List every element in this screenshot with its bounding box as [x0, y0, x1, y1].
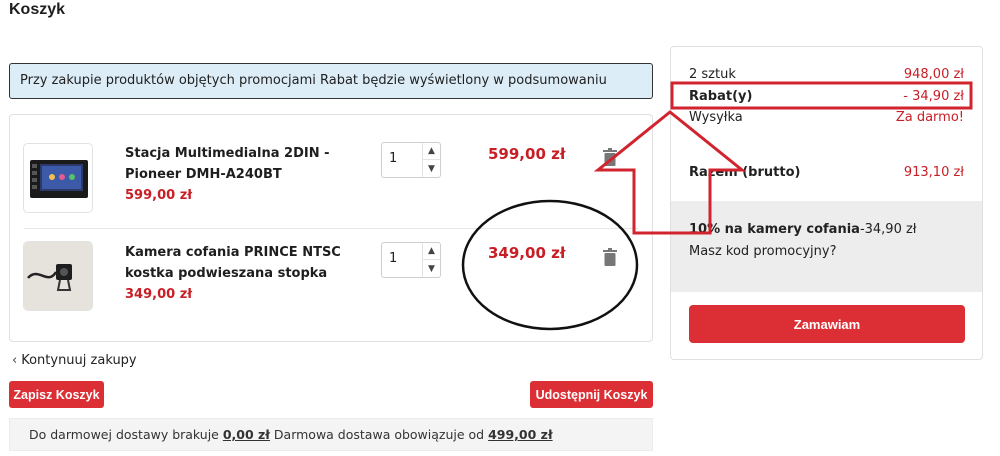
line-total-price: 599,00 zł [488, 145, 566, 163]
summary-items-row: 2 sztuk 948,00 zł [689, 67, 964, 82]
summary-discount-row: Rabat(y) - 34,90 zł [689, 89, 964, 104]
trash-icon[interactable] [603, 248, 617, 266]
quantity-stepper[interactable]: 1 ▲ ▼ [381, 142, 441, 178]
promo-info-banner: Przy zakupie produktów objętych promocja… [9, 63, 653, 99]
row-divider [24, 228, 638, 229]
summary-shipping-row: Wysyłka Za darmo! [689, 110, 964, 125]
chevron-down-icon[interactable]: ▼ [423, 160, 440, 177]
missing-amount: 0,00 zł [222, 427, 270, 442]
product-name[interactable]: Kamera cofania PRINCE NTSC kostka podwie… [125, 242, 375, 284]
continue-shopping-link[interactable]: ‹ Kontynuuj zakupy [12, 353, 137, 368]
promo-code-link[interactable]: Masz kod promocyjny? [689, 244, 836, 259]
line-total-price: 349,00 zł [488, 244, 566, 262]
quantity-value[interactable]: 1 [389, 151, 397, 166]
page-title: Koszyk [9, 1, 66, 18]
chevron-up-icon[interactable]: ▲ [423, 143, 440, 160]
quantity-stepper[interactable]: 1 ▲ ▼ [381, 242, 441, 278]
chevron-left-icon: ‹ [12, 353, 18, 368]
product-unit-price: 349,00 zł [125, 287, 193, 302]
applied-promotion: 10% na kamery cofania-34,90 zł [689, 222, 917, 237]
product-thumbnail-car-radio[interactable] [23, 143, 93, 213]
free-shipping-info: Do darmowej dostawy brakuje 0,00 zł Darm… [9, 418, 653, 451]
quantity-value[interactable]: 1 [389, 251, 397, 266]
save-cart-button[interactable]: Zapisz Koszyk [9, 381, 104, 408]
order-summary-panel: 2 sztuk 948,00 zł Rabat(y) - 34,90 zł Wy… [670, 46, 983, 360]
trash-icon[interactable] [603, 148, 617, 166]
summary-total-row: Razem (brutto) 913,10 zł [689, 165, 964, 180]
share-cart-button[interactable]: Udostępnij Koszyk [530, 381, 653, 408]
product-name[interactable]: Stacja Multimedialna 2DIN - Pioneer DMH-… [125, 143, 375, 185]
place-order-button[interactable]: Zamawiam [689, 305, 965, 343]
free-shipping-threshold: 499,00 zł [488, 427, 553, 442]
chevron-up-icon[interactable]: ▲ [423, 243, 440, 260]
product-thumbnail-rear-camera[interactable] [23, 241, 93, 311]
chevron-down-icon[interactable]: ▼ [423, 260, 440, 277]
product-unit-price: 599,00 zł [125, 188, 193, 203]
